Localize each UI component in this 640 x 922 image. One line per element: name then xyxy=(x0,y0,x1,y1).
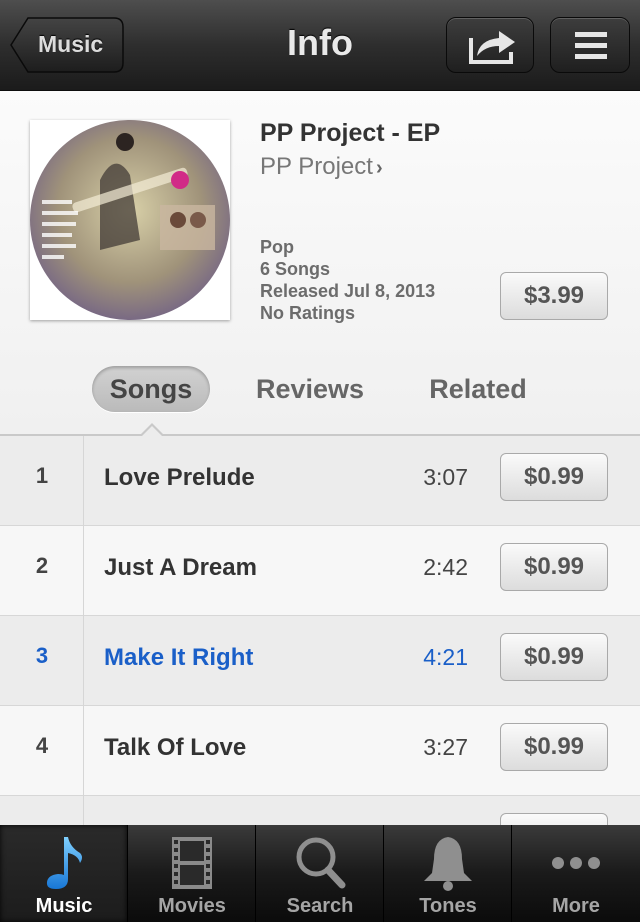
track-buy-button[interactable]: $0.99 xyxy=(500,453,608,501)
tab-search[interactable]: Search xyxy=(256,825,384,922)
search-icon xyxy=(296,837,346,889)
chevron-right-icon: › xyxy=(375,157,383,179)
track-buy-button[interactable] xyxy=(500,813,608,825)
back-button[interactable]: Music xyxy=(10,17,124,73)
album-header: PP Project - EP PP Project › Pop 6 Songs … xyxy=(0,91,640,436)
track-number: 1 xyxy=(35,463,49,488)
track-name: Talk Of Love xyxy=(104,734,247,761)
track-buy-button[interactable]: $0.99 xyxy=(500,633,608,681)
track-name: Love Prelude xyxy=(104,464,255,491)
album-artwork[interactable] xyxy=(30,120,230,320)
music-note-icon xyxy=(46,837,82,889)
track-buy-button[interactable]: $0.99 xyxy=(500,543,608,591)
tab-search-label: Search xyxy=(286,895,354,917)
track-list[interactable]: 1 Love Prelude 3:07 $0.99 2 Just A Dream… xyxy=(0,436,640,825)
back-button-label: Music xyxy=(38,31,104,57)
track-duration: 2:42 xyxy=(423,554,468,580)
share-icon xyxy=(469,31,515,64)
track-duration: 3:07 xyxy=(423,464,468,490)
tab-movies[interactable]: Movies xyxy=(128,825,256,922)
track-number: 3 xyxy=(35,643,49,668)
album-release-date: Released Jul 8, 2013 xyxy=(260,281,436,301)
album-song-count: 6 Songs xyxy=(260,259,331,279)
tab-music-label: Music xyxy=(35,895,93,917)
tab-bar: Music Movies Search Tones More xyxy=(0,825,640,922)
track-row[interactable]: 4 Talk Of Love 3:27 $0.99 xyxy=(0,706,640,796)
track-row[interactable]: 2 Just A Dream 2:42 $0.99 xyxy=(0,526,640,616)
artist-link[interactable]: PP Project › xyxy=(260,153,383,181)
menu-button[interactable] xyxy=(550,17,630,73)
track-name: Just A Dream xyxy=(104,554,257,581)
tab-movies-label: Movies xyxy=(158,895,226,917)
tab-more[interactable]: More xyxy=(512,825,640,922)
menu-icon xyxy=(575,32,607,59)
tab-related[interactable]: Related xyxy=(410,366,546,412)
track-name: Make It Right xyxy=(104,644,254,671)
tab-reviews[interactable]: Reviews xyxy=(240,366,380,412)
artist-name: PP Project xyxy=(260,153,373,180)
more-dots-icon xyxy=(552,857,600,869)
share-button[interactable] xyxy=(446,17,534,73)
album-ratings: No Ratings xyxy=(260,303,356,323)
tab-tones-label: Tones xyxy=(419,895,477,917)
tab-more-label: More xyxy=(552,895,600,917)
tab-songs[interactable]: Songs xyxy=(92,366,210,412)
navigation-bar: Music Info xyxy=(0,0,640,91)
album-artwork-image xyxy=(30,120,230,320)
film-icon xyxy=(172,837,212,889)
album-buy-button[interactable]: $3.99 xyxy=(500,272,608,320)
track-duration: 4:21 xyxy=(423,644,468,670)
track-number-cell xyxy=(0,796,84,825)
track-row-partial[interactable] xyxy=(0,796,640,825)
page-title: Info xyxy=(287,22,353,63)
track-number: 2 xyxy=(35,553,49,578)
track-duration: 3:27 xyxy=(423,734,468,760)
track-row[interactable]: 1 Love Prelude 3:07 $0.99 xyxy=(0,436,640,526)
album-title: PP Project - EP xyxy=(260,119,441,147)
album-genre: Pop xyxy=(260,237,294,257)
tab-tones[interactable]: Tones xyxy=(384,825,512,922)
track-buy-button[interactable]: $0.99 xyxy=(500,723,608,771)
tab-music[interactable]: Music xyxy=(0,825,128,922)
bell-icon xyxy=(424,837,472,891)
track-number: 4 xyxy=(35,733,49,758)
track-row-playing[interactable]: 3 Make It Right 4:21 $0.99 xyxy=(0,616,640,706)
